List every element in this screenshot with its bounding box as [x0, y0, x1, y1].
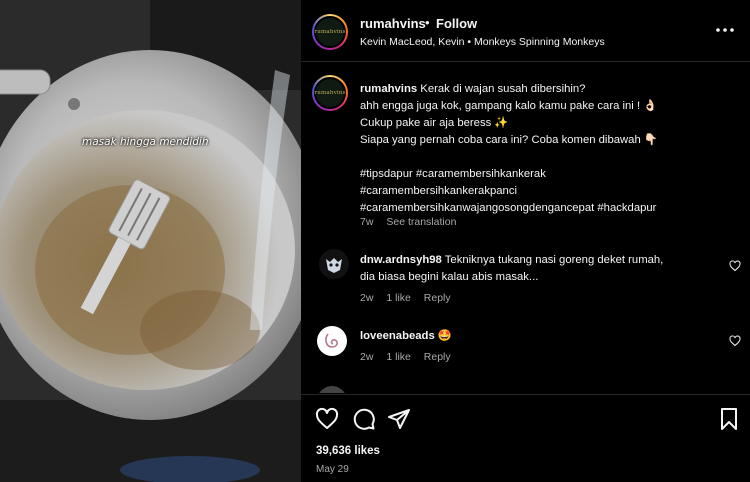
comment-age: 2w — [360, 351, 374, 363]
comment-text: 🤩 — [437, 330, 452, 342]
caption-author-avatar[interactable]: rumahvins — [312, 75, 348, 111]
post-side-panel: rumahvins rumahvins • Follow Kevin MacLe… — [301, 0, 750, 482]
video-caption-overlay: masak hingga mendidih — [82, 136, 209, 148]
author-username[interactable]: rumahvins — [360, 16, 426, 31]
follow-button[interactable]: Follow — [436, 16, 477, 31]
comment-item: loveenabeads 🤩 — [360, 328, 720, 345]
comment-like-heart-icon[interactable] — [729, 335, 741, 347]
comment-likes[interactable]: 1 like — [386, 292, 411, 304]
comment-text: Tekniknya tukang nasi goreng deket rumah… — [444, 254, 664, 266]
brand-avatar-icon — [325, 333, 338, 348]
author-avatar-image: rumahvins — [314, 16, 346, 48]
hashtag-line[interactable]: #caramembersihkanwajangosongdengancepat … — [360, 200, 738, 217]
post-caption: rumahvins Kerak di wajan susah dibersihi… — [360, 81, 738, 217]
caption-line: ahh engga juga kok, gampang kalo kamu pa… — [360, 100, 658, 112]
comment-icon[interactable] — [352, 407, 376, 431]
video-frame-wok — [0, 0, 301, 482]
caption-age: 7w — [360, 216, 374, 228]
author-avatar[interactable]: rumahvins — [312, 14, 348, 50]
post-actions-bar: 39,636 likes May 29 — [301, 394, 750, 482]
hashtag-line[interactable]: #tipsdapur #caramembersihkankerak — [360, 166, 738, 183]
comment-age: 2w — [360, 292, 374, 304]
comment-meta: 2w 1 like Reply — [360, 351, 461, 363]
commenter-avatar[interactable] — [319, 249, 349, 279]
post-media[interactable]: masak hingga mendidih — [0, 0, 301, 482]
comment-text: dia biasa begini kalau abis masak... — [360, 271, 539, 283]
reply-button[interactable]: Reply — [424, 292, 451, 304]
comment-username[interactable]: loveenabeads — [360, 330, 435, 342]
comment-likes[interactable]: 1 like — [386, 351, 411, 363]
caption-line: Siapa yang pernah coba cara ini? Coba ko… — [360, 134, 658, 146]
see-translation-link[interactable]: See translation — [386, 216, 456, 228]
likes-count[interactable]: 39,636 likes — [316, 445, 380, 457]
hashtag-line[interactable]: #caramembersihkankerakpanci — [360, 183, 738, 200]
commenter-avatar[interactable] — [317, 386, 347, 393]
caption-line: Cukup pake air aja beress ✨ — [360, 117, 509, 129]
post-header: rumahvins rumahvins • Follow Kevin MacLe… — [301, 0, 750, 62]
share-icon[interactable] — [387, 407, 411, 431]
post-date: May 29 — [316, 464, 349, 475]
comment-meta: 2w 1 like Reply — [360, 292, 461, 304]
comment-item: dnw.ardnsyh98 Tekniknya tukang nasi gore… — [360, 252, 720, 286]
commenter-avatar[interactable] — [317, 326, 347, 356]
more-options-icon[interactable] — [713, 22, 737, 38]
caption-username[interactable]: rumahvins — [360, 83, 417, 95]
comment-like-heart-icon[interactable] — [729, 260, 741, 272]
comments-scroll-area[interactable]: rumahvins rumahvins Kerak di wajan susah… — [301, 63, 750, 393]
audio-attribution[interactable]: Kevin MacLeod, Kevin • Monkeys Spinning … — [360, 36, 605, 48]
bookmark-icon[interactable] — [717, 407, 741, 431]
reply-button[interactable]: Reply — [424, 351, 451, 363]
caption-meta: 7w See translation — [360, 216, 466, 228]
caption-line: Kerak di wajan susah dibersihin? — [420, 83, 586, 95]
comment-username[interactable]: dnw.ardnsyh98 — [360, 254, 442, 266]
caption-avatar-image: rumahvins — [314, 77, 346, 109]
mask-avatar-icon — [326, 258, 342, 273]
heart-icon[interactable] — [315, 407, 339, 431]
header-separator: • — [425, 15, 430, 30]
